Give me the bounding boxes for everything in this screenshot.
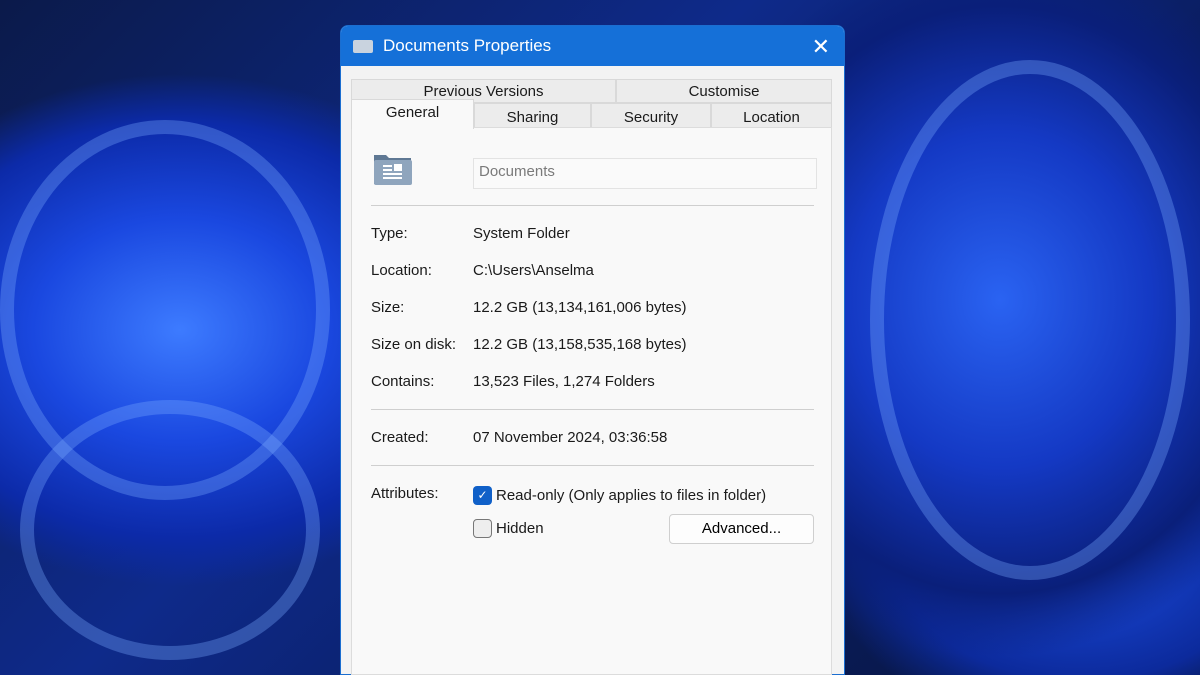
location-value: C:\Users\Anselma	[473, 262, 594, 279]
tab-strip: Previous Versions Customise General Shar…	[351, 79, 832, 129]
close-icon[interactable]: ✕	[812, 34, 830, 60]
hidden-label[interactable]: Hidden	[496, 520, 544, 537]
created-label: Created:	[371, 429, 429, 446]
readonly-label[interactable]: Read-only (Only applies to files in fold…	[496, 487, 766, 504]
general-panel: Documents Type: System Folder Location: …	[351, 127, 832, 675]
tab-sharing[interactable]: Sharing	[474, 103, 591, 128]
window-title: Documents Properties	[383, 36, 552, 55]
contains-label: Contains:	[371, 373, 435, 390]
type-value: System Folder	[473, 225, 570, 242]
divider	[371, 465, 814, 466]
size-on-disk-value: 12.2 GB (13,158,535,168 bytes)	[473, 336, 687, 353]
attributes-label: Attributes:	[371, 485, 439, 502]
tab-location[interactable]: Location	[711, 103, 832, 128]
wallpaper-swirl	[870, 60, 1190, 580]
type-label: Type:	[371, 225, 408, 242]
created-value: 07 November 2024, 03:36:58	[473, 429, 668, 446]
folder-name-input[interactable]: Documents	[473, 158, 817, 189]
size-on-disk-label: Size on disk:	[371, 336, 457, 353]
location-label: Location:	[371, 262, 432, 279]
folder-title-icon	[353, 39, 373, 53]
tab-customise[interactable]: Customise	[616, 79, 832, 103]
size-value: 12.2 GB (13,134,161,006 bytes)	[473, 299, 687, 316]
divider	[371, 205, 814, 206]
contains-value: 13,523 Files, 1,274 Folders	[473, 373, 655, 390]
wallpaper-swirl	[20, 400, 320, 660]
title-bar[interactable]: Documents Properties ✕	[341, 26, 844, 66]
checkmark-icon: ✓	[477, 488, 488, 502]
hidden-checkbox[interactable]	[473, 519, 492, 538]
size-label: Size:	[371, 299, 405, 316]
tab-security[interactable]: Security	[591, 103, 711, 128]
properties-dialog: Documents Properties ✕ Previous Versions…	[340, 25, 845, 675]
readonly-checkbox[interactable]: ✓	[473, 486, 492, 505]
documents-folder-icon	[374, 155, 412, 185]
divider	[371, 409, 814, 410]
tab-general[interactable]: General	[351, 99, 474, 129]
advanced-button[interactable]: Advanced...	[669, 514, 814, 544]
